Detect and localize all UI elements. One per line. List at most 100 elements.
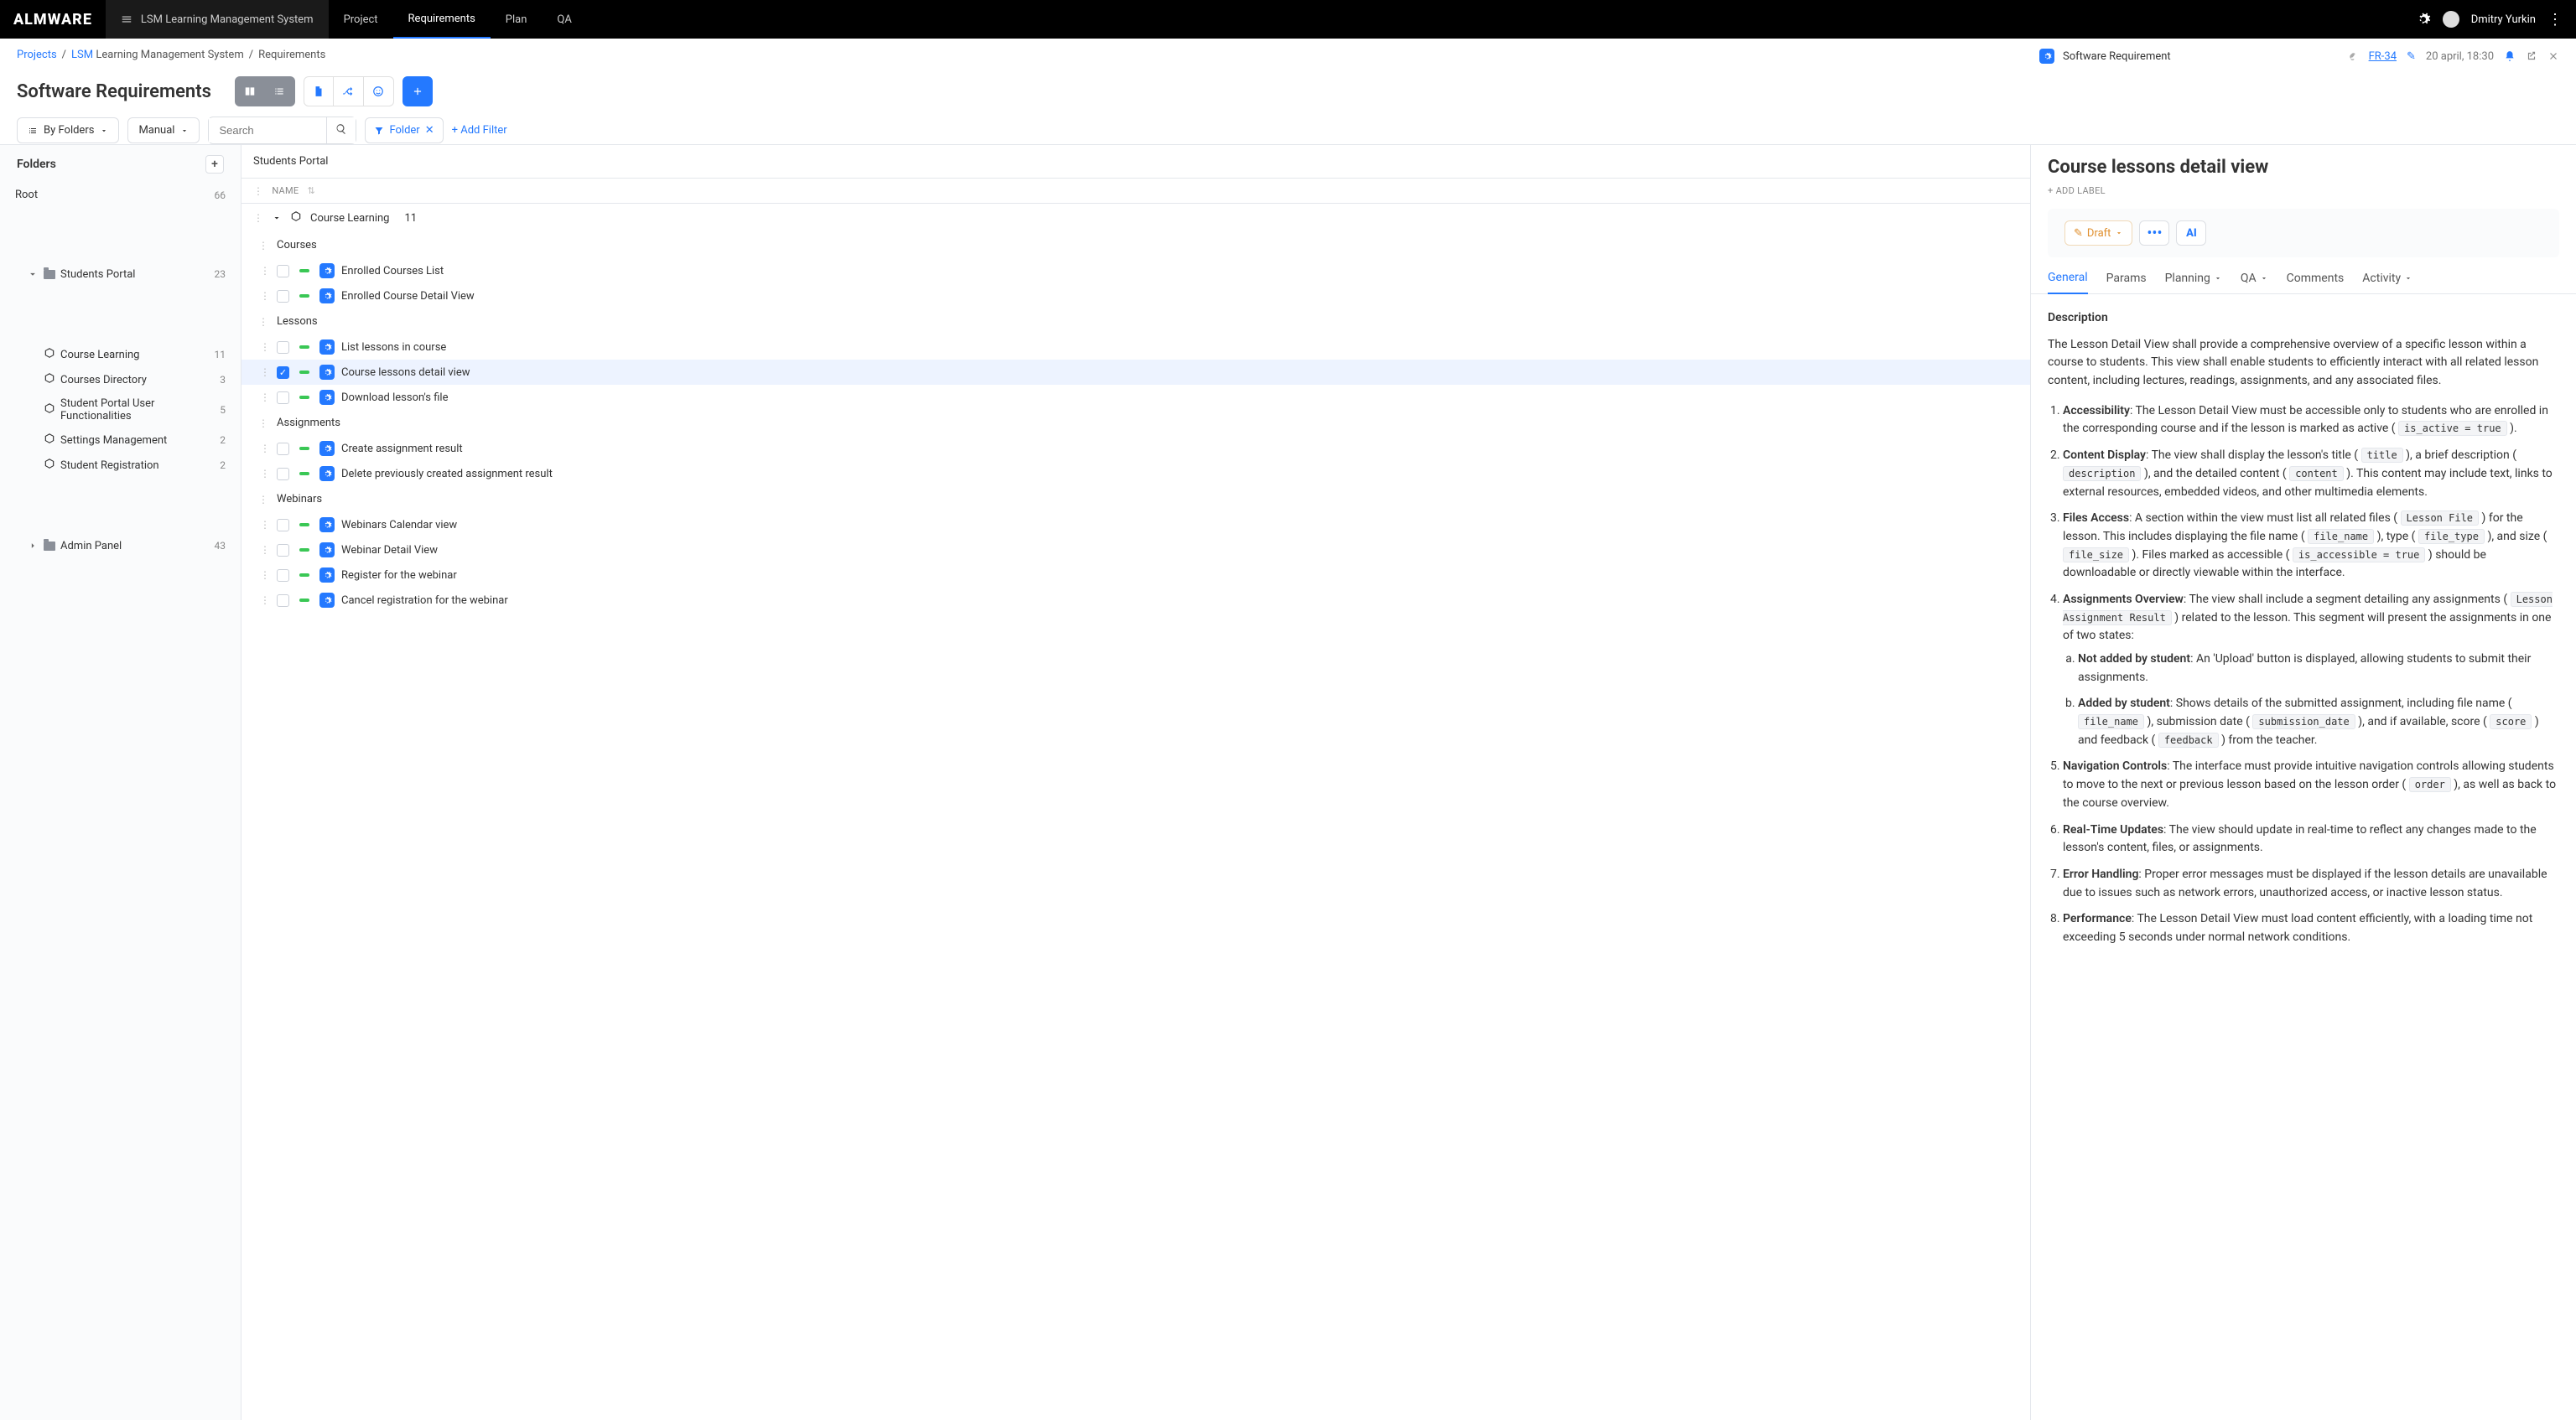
folder-filter-chip[interactable]: Folder ✕	[365, 117, 443, 143]
tree-students-portal[interactable]: Students Portal 23	[7, 206, 234, 342]
external-icon[interactable]	[2526, 50, 2537, 62]
row-checkbox[interactable]	[277, 569, 289, 582]
list-item-selected[interactable]: ⋮✓Course lessons detail view	[242, 360, 2030, 385]
breadcrumb-projects[interactable]: Projects	[17, 49, 57, 61]
folder-icon	[44, 542, 55, 551]
shuffle-button[interactable]	[334, 76, 364, 106]
desc-item-realtime: Real-Time Updates: The view should updat…	[2063, 821, 2559, 858]
tree-course-learning[interactable]: Course Learning 11	[7, 342, 234, 367]
tab-qa[interactable]: QA	[2241, 271, 2268, 293]
tab-comments[interactable]: Comments	[2287, 271, 2345, 293]
tab-params[interactable]: Params	[2106, 271, 2147, 293]
plus-icon	[412, 86, 423, 97]
drag-handle[interactable]: ⋮	[260, 266, 270, 276]
bell-icon[interactable]	[2504, 50, 2516, 62]
drag-handle[interactable]: ⋮	[260, 469, 270, 479]
list-item[interactable]: ⋮Cancel registration for the webinar	[242, 588, 2030, 613]
row-checkbox[interactable]	[277, 594, 289, 607]
topbar-right: Dmitry Yurkin ⋮	[2416, 11, 2563, 29]
clear-folder-filter[interactable]: ✕	[425, 124, 434, 137]
tree-settings-mgmt[interactable]: Settings Management 2	[7, 428, 234, 453]
row-checkbox[interactable]	[277, 468, 289, 480]
view-list-button[interactable]	[265, 76, 295, 106]
tab-activity[interactable]: Activity	[2362, 271, 2412, 293]
add-button[interactable]	[402, 76, 433, 106]
topnav-project[interactable]: Project	[329, 0, 393, 39]
add-label-button[interactable]: + ADD LABEL	[2048, 185, 2106, 196]
more-icon[interactable]: ⋮	[2547, 11, 2563, 29]
drag-handle[interactable]: ⋮	[260, 595, 270, 605]
list-item[interactable]: ⋮Enrolled Courses List	[242, 258, 2030, 283]
drag-handle[interactable]: ⋮	[260, 520, 270, 530]
drag-handle[interactable]: ⋮	[260, 392, 270, 402]
tree-student-reg[interactable]: Student Registration 2	[7, 453, 234, 478]
group-course-learning[interactable]: ⋮ Course Learning 11	[242, 204, 2030, 232]
smiley-button[interactable]	[364, 76, 394, 106]
tree-root[interactable]: Root 66	[7, 184, 234, 206]
status-indicator	[299, 548, 309, 552]
desc-item-files-access: Files Access: A section within the view …	[2063, 510, 2559, 583]
settings-icon[interactable]	[2416, 12, 2431, 27]
requirement-type-icon	[319, 593, 335, 608]
drag-handle[interactable]: ⋮	[260, 291, 270, 301]
ai-button[interactable]: AI	[2176, 220, 2206, 246]
tree-courses-directory[interactable]: Courses Directory 3	[7, 367, 234, 392]
list-item[interactable]: ⋮Webinar Detail View	[242, 537, 2030, 562]
subgroup-lessons[interactable]: ⋮Lessons	[242, 308, 2030, 334]
subgroup-webinars[interactable]: ⋮Webinars	[242, 486, 2030, 512]
subgroup-assignments[interactable]: ⋮Assignments	[242, 410, 2030, 436]
drag-handle[interactable]: ⋮	[260, 367, 270, 377]
topnav-qa[interactable]: QA	[542, 0, 586, 39]
row-checkbox[interactable]	[277, 265, 289, 277]
row-checkbox[interactable]	[277, 544, 289, 557]
drag-handle[interactable]: ⋮	[258, 241, 268, 251]
tab-general[interactable]: General	[2048, 271, 2088, 294]
project-selector[interactable]: LSM Learning Management System	[106, 0, 329, 39]
status-draft-button[interactable]: ✎ Draft	[2064, 220, 2132, 246]
drag-handle[interactable]: ⋮	[260, 443, 270, 453]
manual-dropdown[interactable]: Manual	[127, 117, 200, 143]
list-item[interactable]: ⋮Enrolled Course Detail View	[242, 283, 2030, 308]
drag-handle[interactable]: ⋮	[260, 570, 270, 580]
row-checkbox[interactable]	[277, 341, 289, 354]
detail-topbar: Software Requirement FR-34 ✎ 20 april, 1…	[2023, 39, 2576, 74]
subgroup-courses[interactable]: ⋮Courses	[242, 232, 2030, 258]
topnav-plan[interactable]: Plan	[491, 0, 543, 39]
list-item[interactable]: ⋮Webinars Calendar view	[242, 512, 2030, 537]
tab-planning[interactable]: Planning	[2165, 271, 2222, 293]
row-checkbox-checked[interactable]: ✓	[277, 366, 289, 379]
avatar[interactable]	[2443, 11, 2459, 28]
add-filter[interactable]: + Add Filter	[452, 124, 507, 137]
close-icon[interactable]	[2547, 50, 2559, 62]
drag-handle[interactable]: ⋮	[258, 418, 268, 428]
detail-id[interactable]: FR-34	[2369, 50, 2397, 63]
tree-user-func[interactable]: Student Portal User Functionalities 5	[7, 392, 234, 428]
search-button[interactable]	[326, 117, 356, 143]
list-item[interactable]: ⋮Download lesson's file	[242, 385, 2030, 410]
add-folder-button[interactable]: +	[205, 155, 224, 174]
by-folders-dropdown[interactable]: By Folders	[17, 117, 119, 143]
row-checkbox[interactable]	[277, 519, 289, 531]
drag-handle[interactable]: ⋮	[258, 317, 268, 327]
sort-icon[interactable]: ⇅	[308, 185, 316, 196]
breadcrumb-lsm[interactable]: LSM	[71, 49, 93, 61]
tree-admin-panel[interactable]: Admin Panel 43	[7, 478, 234, 614]
topnav-requirements[interactable]: Requirements	[393, 0, 491, 39]
drag-handle[interactable]: ⋮	[258, 495, 268, 505]
drag-handle[interactable]: ⋮	[260, 545, 270, 555]
view-panels-button[interactable]	[235, 76, 265, 106]
more-actions-button[interactable]: •••	[2139, 220, 2169, 246]
row-checkbox[interactable]	[277, 443, 289, 455]
drag-handle[interactable]: ⋮	[253, 213, 263, 223]
search-input[interactable]	[209, 118, 326, 143]
list-item[interactable]: ⋮Create assignment result	[242, 436, 2030, 461]
row-checkbox[interactable]	[277, 290, 289, 303]
doc-button[interactable]	[304, 76, 334, 106]
list-item[interactable]: ⋮List lessons in course	[242, 334, 2030, 360]
list-item[interactable]: ⋮Delete previously created assignment re…	[242, 461, 2030, 486]
row-checkbox[interactable]	[277, 391, 289, 404]
link-icon[interactable]	[2347, 50, 2359, 62]
drag-handle[interactable]: ⋮	[260, 342, 270, 352]
list-item[interactable]: ⋮Register for the webinar	[242, 562, 2030, 588]
drag-handle[interactable]: ⋮	[253, 186, 263, 196]
